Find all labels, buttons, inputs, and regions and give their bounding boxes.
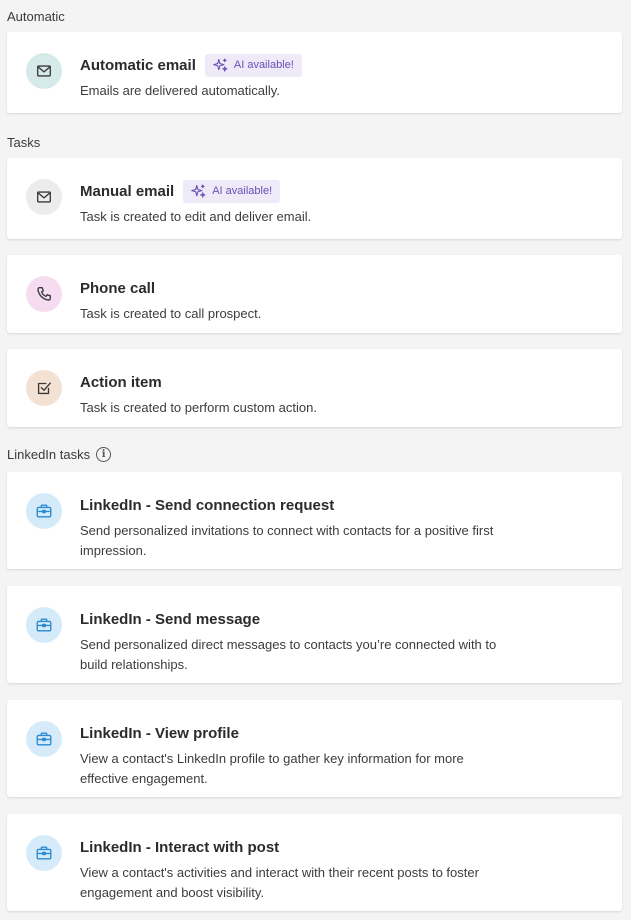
briefcase-icon: [26, 721, 62, 757]
card-title: Phone call: [80, 279, 156, 297]
card-phone-call[interactable]: Phone call Task is created to call prosp…: [7, 255, 622, 333]
card-title: Automatic email: [80, 56, 196, 74]
ai-badge-label: AI available!: [233, 59, 294, 71]
phone-icon: [26, 276, 62, 312]
section-title: LinkedIn tasks: [7, 447, 91, 462]
section-title: Tasks: [7, 135, 41, 150]
mail-icon: [26, 179, 62, 215]
card-description: Task is created to perform custom action…: [80, 400, 317, 415]
card-description: Task is created to edit and deliver emai…: [80, 209, 312, 224]
card-manual-email[interactable]: Manual email AI available! Task is creat…: [7, 158, 622, 239]
card-automatic-email[interactable]: Automatic email AI available! Emails are…: [7, 32, 622, 113]
briefcase-icon: [26, 835, 62, 871]
card-title: LinkedIn - Send message: [80, 610, 261, 628]
sparkle-icon: [191, 184, 206, 198]
card-description: Emails are delivered automatically.: [80, 83, 280, 98]
ai-badge-label: AI available!: [212, 185, 273, 197]
briefcase-icon: [26, 493, 62, 529]
card-linkedin-view-profile[interactable]: LinkedIn - View profile View a contact's…: [7, 700, 622, 797]
card-title: Manual email: [80, 182, 175, 200]
section-label-automatic: Automatic: [7, 9, 65, 24]
briefcase-icon: [26, 607, 62, 643]
card-description: Send personalized direct messages to con…: [80, 637, 497, 672]
card-title: LinkedIn - View profile: [80, 724, 239, 742]
card-title: Action item: [80, 373, 162, 391]
section-label-tasks: Tasks: [7, 135, 40, 150]
card-action-item[interactable]: Action item Task is created to perform c…: [7, 349, 622, 427]
ai-available-badge: AI available!: [183, 179, 281, 203]
card-linkedin-interact-post[interactable]: LinkedIn - Interact with post View a con…: [7, 814, 622, 911]
checkbox-icon: [26, 370, 62, 406]
section-title: Automatic: [7, 9, 65, 24]
card-title: LinkedIn - Send connection request: [80, 496, 335, 514]
card-title: LinkedIn - Interact with post: [80, 838, 280, 856]
card-description: View a contact's activities and interact…: [80, 865, 479, 900]
card-description: View a contact's LinkedIn profile to gat…: [80, 751, 464, 786]
card-description: Task is created to call prospect.: [80, 306, 262, 321]
info-icon[interactable]: i: [96, 447, 112, 462]
sparkle-icon: [213, 58, 228, 72]
card-linkedin-send-connection[interactable]: LinkedIn - Send connection request Send …: [7, 472, 622, 569]
card-linkedin-send-message[interactable]: LinkedIn - Send message Send personalize…: [7, 586, 622, 683]
card-description: Send personalized invitations to connect…: [80, 523, 494, 558]
ai-available-badge: AI available!: [204, 53, 302, 77]
mail-icon: [26, 53, 62, 89]
section-label-linkedin: LinkedIn tasks i: [7, 447, 112, 462]
